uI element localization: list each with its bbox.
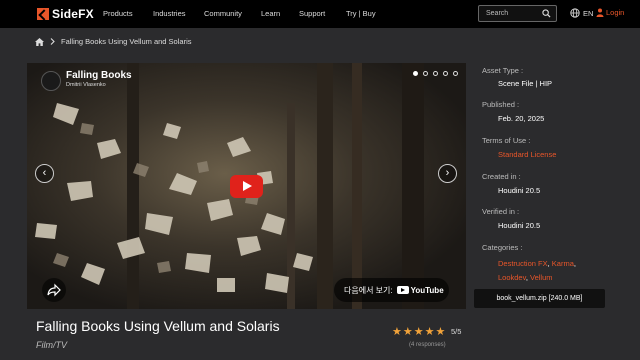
login-label: Login bbox=[606, 8, 625, 17]
created-value: Houdini 20.5 bbox=[498, 186, 541, 195]
category-link[interactable]: Lookdev bbox=[498, 273, 526, 282]
star-icon: ★ bbox=[402, 326, 413, 338]
nav-try-buy[interactable]: Try | Buy bbox=[346, 9, 376, 18]
nav-products[interactable]: Products bbox=[103, 9, 133, 18]
nav-support[interactable]: Support bbox=[299, 9, 325, 18]
star-icon: ★ bbox=[413, 326, 424, 338]
language-selector[interactable]: EN bbox=[570, 8, 593, 18]
carousel-dot[interactable] bbox=[413, 71, 418, 76]
star-icon: ★ bbox=[435, 326, 446, 338]
youtube-play-icon bbox=[396, 286, 409, 294]
share-icon bbox=[47, 283, 61, 297]
carousel-indicators bbox=[413, 71, 458, 76]
home-icon[interactable] bbox=[35, 37, 44, 46]
category-link[interactable]: Vellum bbox=[530, 273, 553, 282]
breadcrumb-current: Falling Books Using Vellum and Solaris bbox=[61, 37, 192, 46]
watch-on-youtube[interactable]: 다음에서 보기: YouTube bbox=[334, 278, 449, 302]
terms-link[interactable]: Standard License bbox=[498, 150, 556, 159]
category-link[interactable]: Karma bbox=[552, 259, 574, 268]
asset-title: Falling Books Using Vellum and Solaris bbox=[36, 318, 280, 334]
star-icon: ★ bbox=[424, 326, 435, 338]
asset-type-value: Scene File | HIP bbox=[498, 79, 553, 88]
created-label: Created in : bbox=[482, 172, 521, 181]
terms-label: Terms of Use : bbox=[482, 136, 531, 145]
globe-icon bbox=[570, 8, 580, 18]
video-player[interactable]: Falling Books Dmitrii Vlasenko ‹ › 다음에서 … bbox=[27, 63, 466, 309]
nav-community[interactable]: Community bbox=[204, 9, 242, 18]
user-icon bbox=[596, 8, 604, 17]
rating-score: 5/5 bbox=[451, 327, 462, 336]
search-input[interactable]: Search bbox=[478, 5, 557, 22]
carousel-next-button[interactable]: › bbox=[438, 164, 457, 183]
carousel-dot[interactable] bbox=[443, 71, 448, 76]
video-author: Dmitrii Vlasenko bbox=[66, 82, 106, 88]
share-button[interactable] bbox=[42, 278, 66, 302]
carousel-dot[interactable] bbox=[433, 71, 438, 76]
carousel-dot[interactable] bbox=[453, 71, 458, 76]
asset-type-label: Asset Type : bbox=[482, 66, 524, 75]
top-navigation-bar: SideFX Products Industries Community Lea… bbox=[0, 0, 640, 28]
rating-responses: (4 responses) bbox=[409, 342, 446, 348]
youtube-logo: YouTube bbox=[396, 285, 444, 295]
watch-on-label: 다음에서 보기: bbox=[344, 285, 393, 295]
video-title[interactable]: Falling Books bbox=[66, 70, 132, 81]
categories-label: Categories : bbox=[482, 243, 523, 252]
logo-text: SideFX bbox=[52, 7, 94, 21]
search-icon[interactable] bbox=[542, 9, 551, 18]
rating-stars[interactable]: ★ ★ ★ ★ ★ bbox=[392, 325, 445, 338]
published-value: Feb. 20, 2025 bbox=[498, 114, 545, 123]
logo-mark-icon bbox=[37, 8, 49, 20]
play-button[interactable] bbox=[230, 175, 263, 198]
category-list: Destruction FX, Karma, Lookdev, Vellum bbox=[498, 259, 576, 282]
youtube-label: YouTube bbox=[410, 285, 444, 295]
language-label: EN bbox=[583, 8, 594, 18]
category-link[interactable]: Destruction FX bbox=[498, 259, 548, 268]
sidefx-logo[interactable]: SideFX bbox=[37, 7, 94, 21]
nav-learn[interactable]: Learn bbox=[261, 9, 280, 18]
asset-category[interactable]: Film/TV bbox=[36, 340, 67, 350]
channel-avatar[interactable] bbox=[41, 71, 61, 91]
carousel-dot[interactable] bbox=[423, 71, 428, 76]
chevron-right-icon bbox=[50, 38, 55, 45]
login-link[interactable]: Login bbox=[596, 8, 624, 17]
carousel-prev-button[interactable]: ‹ bbox=[35, 164, 54, 183]
nav-industries[interactable]: Industries bbox=[153, 9, 186, 18]
published-label: Published : bbox=[482, 100, 520, 109]
verified-value: Houdini 20.5 bbox=[498, 221, 541, 230]
star-icon: ★ bbox=[392, 326, 402, 338]
download-button[interactable]: book_vellum.zip [240.0 MB] bbox=[474, 289, 605, 308]
search-placeholder: Search bbox=[486, 10, 509, 17]
verified-label: Verified in : bbox=[482, 207, 520, 216]
breadcrumb: Falling Books Using Vellum and Solaris bbox=[35, 37, 191, 46]
